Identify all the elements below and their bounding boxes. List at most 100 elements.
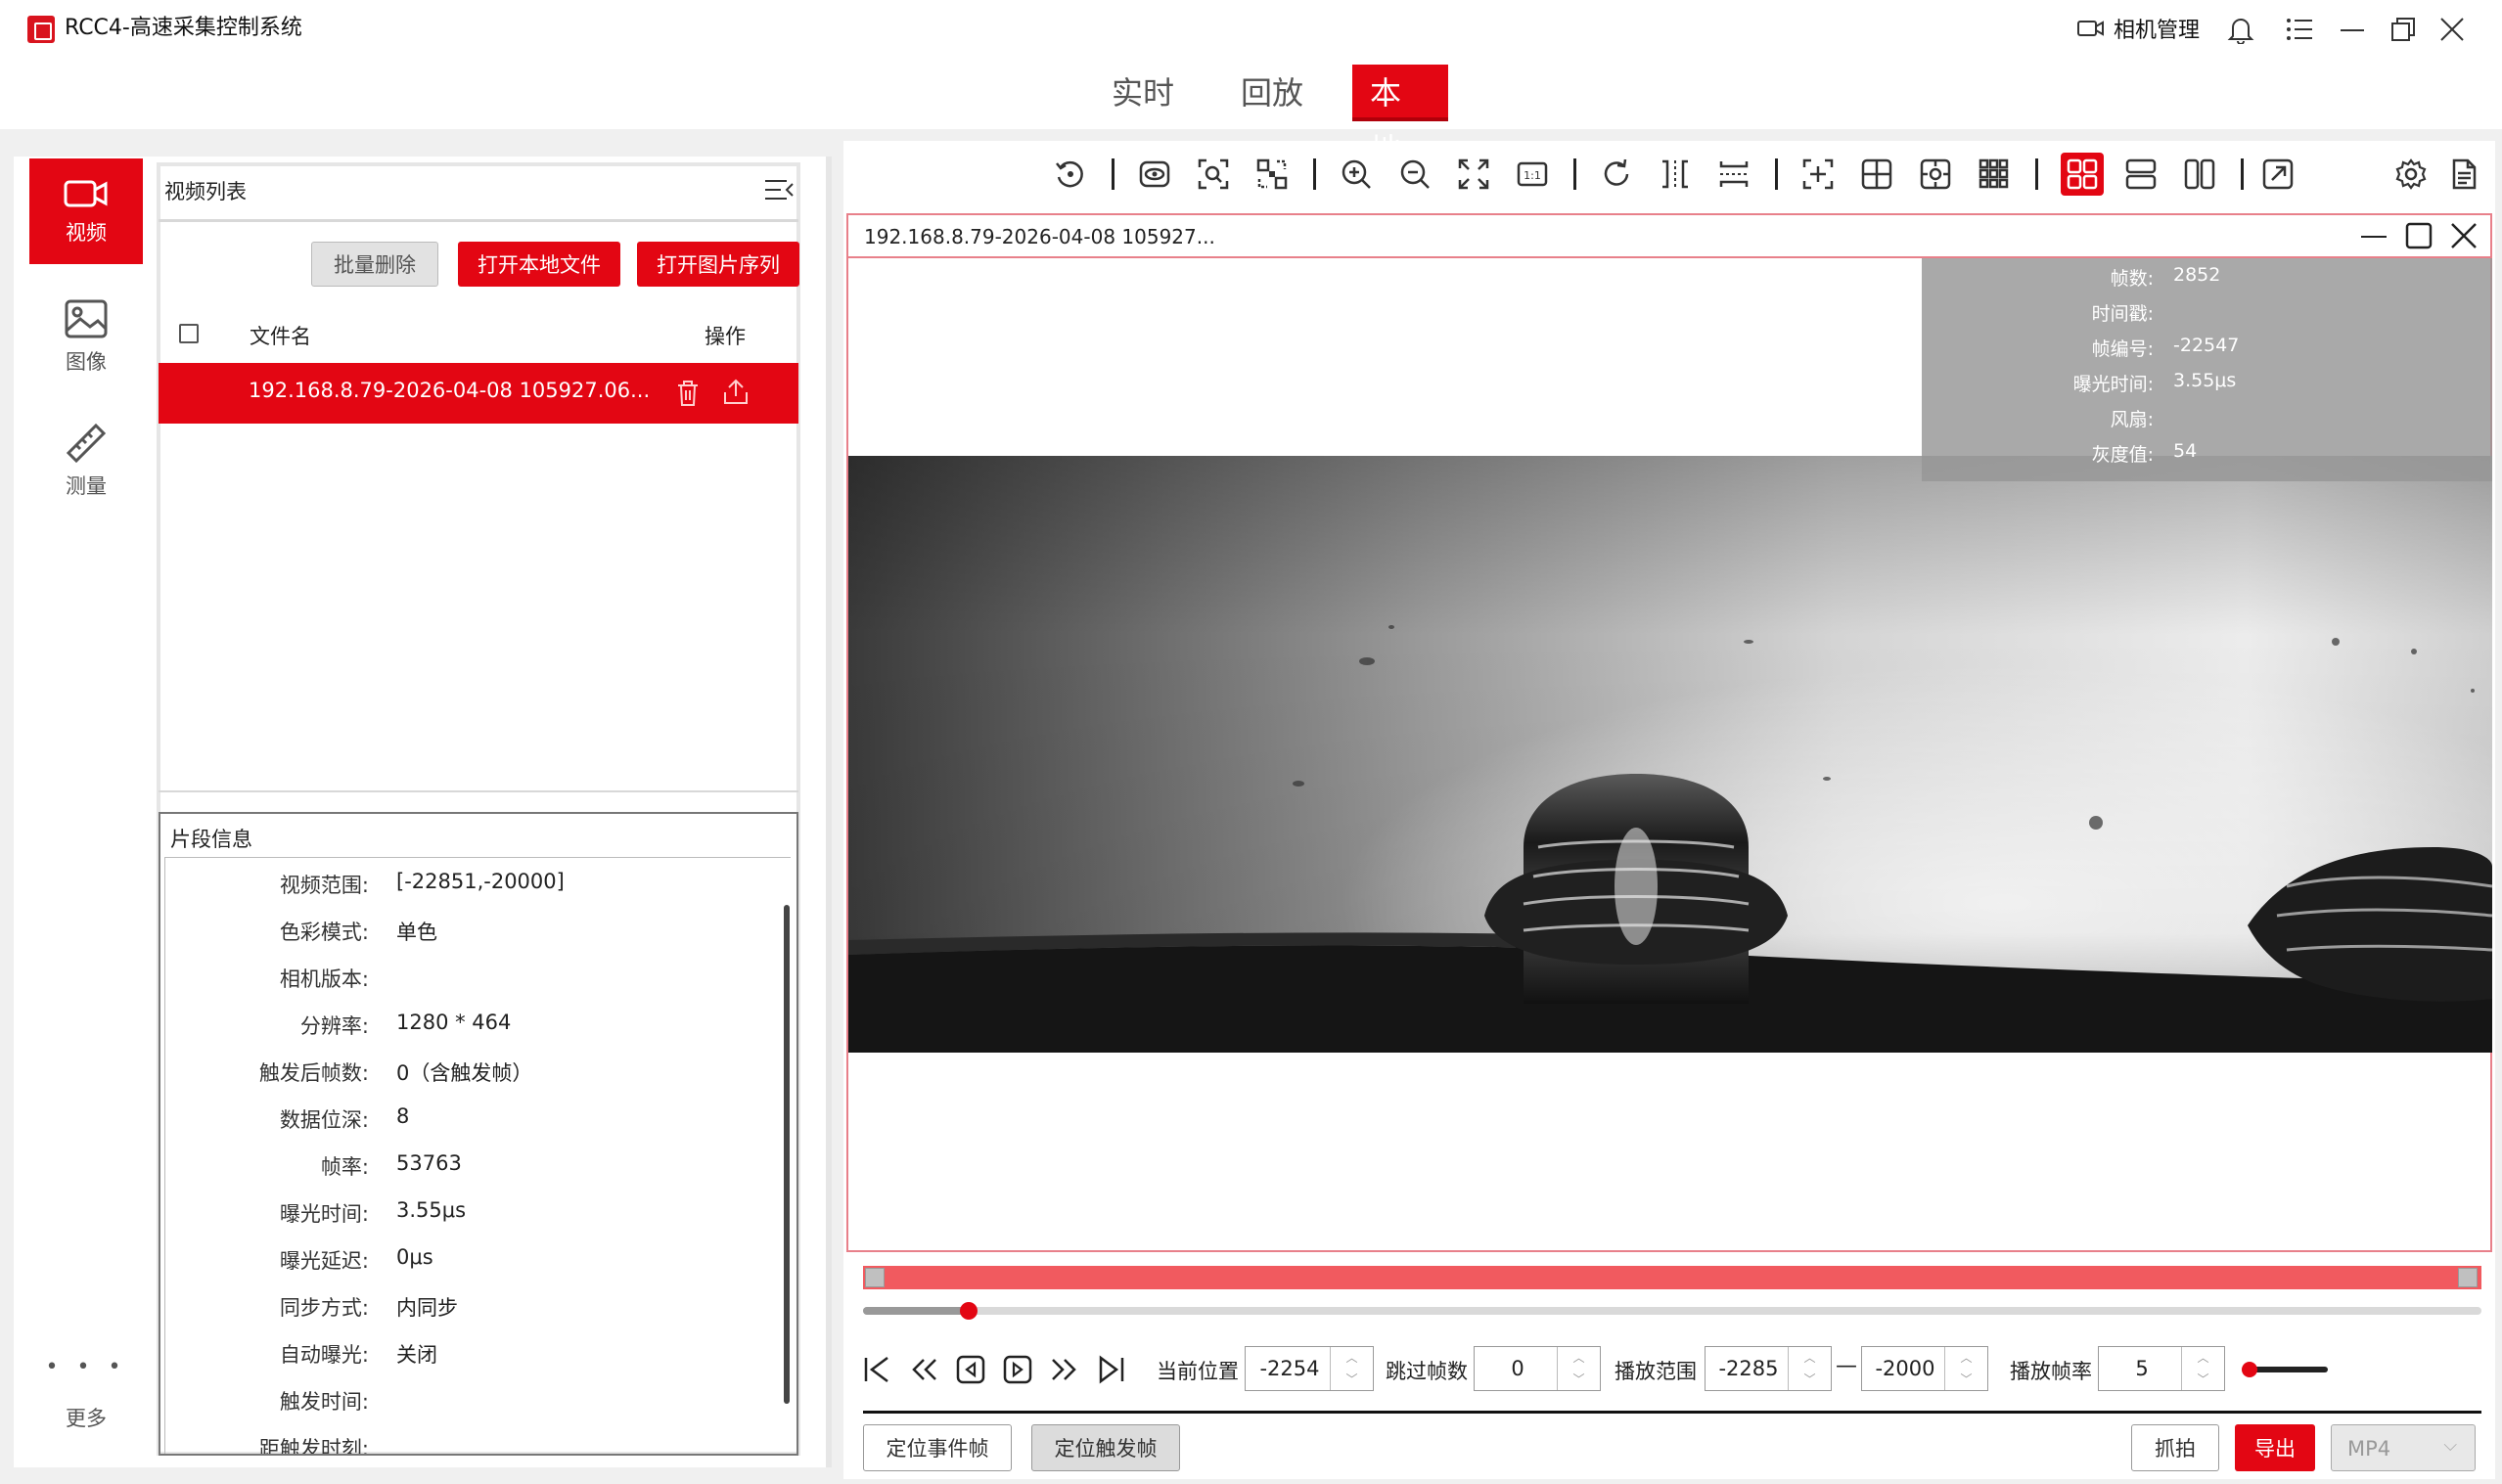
image-icon xyxy=(65,299,108,338)
info-row-resolution: 分辨率: 1280 * 464 xyxy=(165,999,772,1046)
playback-progress-knob[interactable] xyxy=(960,1302,978,1320)
tab-playback[interactable]: 回放 xyxy=(1223,65,1321,121)
viewer-maximize-icon[interactable] xyxy=(2404,221,2434,254)
overlay-key: 风扇: xyxy=(2110,409,2154,430)
toolbar-separator xyxy=(1313,158,1316,190)
fast-backward-icon[interactable] xyxy=(906,1352,941,1387)
overlay-value: 54 xyxy=(2173,440,2198,462)
crosshair-icon[interactable] xyxy=(1797,153,1840,196)
locate-event-frame-button[interactable]: 定位事件帧 xyxy=(863,1424,1012,1471)
speed-slider-track[interactable] xyxy=(2250,1367,2328,1372)
info-label: 触发后帧数: xyxy=(258,1061,369,1085)
tab-realtime[interactable]: 实时 xyxy=(1094,65,1192,121)
list-menu-icon[interactable] xyxy=(763,176,795,203)
scrollbar[interactable] xyxy=(784,905,790,1404)
range-start-value: -2285 xyxy=(1718,1357,1779,1380)
info-label: 帧率: xyxy=(320,1155,369,1179)
stepper-arrows-icon[interactable]: ︿ ﹀ xyxy=(1788,1347,1831,1390)
divider xyxy=(863,1411,2481,1414)
reset-icon[interactable] xyxy=(1049,153,1092,196)
camera-manage-button[interactable]: 相机管理 xyxy=(2076,12,2200,45)
video-frame-image xyxy=(848,456,2492,1053)
overlay-row: 帧编号: -22547 xyxy=(1922,329,2492,364)
viewer-close-icon[interactable] xyxy=(2449,221,2479,254)
tab-local[interactable]: 本地 xyxy=(1352,65,1448,168)
stepper-arrows-icon[interactable]: ︿ ﹀ xyxy=(1944,1347,1987,1390)
step-backward-icon[interactable] xyxy=(953,1352,988,1387)
info-row-exposure-time: 曝光时间: 3.55μs xyxy=(165,1187,772,1234)
layout-columns-icon[interactable] xyxy=(2178,153,2221,196)
layout-rows-icon[interactable] xyxy=(2119,153,2162,196)
rail-item-more[interactable]: • • • 更多 xyxy=(29,1340,143,1446)
range-end-handle[interactable] xyxy=(2458,1268,2478,1287)
external-link-icon[interactable] xyxy=(2256,153,2299,196)
flip-vertical-icon[interactable] xyxy=(1712,153,1755,196)
grid-2x2-icon[interactable] xyxy=(1855,153,1898,196)
locate-trigger-frame-button[interactable]: 定位触发帧 xyxy=(1031,1424,1180,1471)
one-to-one-icon[interactable]: 1:1 xyxy=(1511,153,1554,196)
viewer-minimize-icon[interactable] xyxy=(2359,221,2388,254)
rail-item-measure[interactable]: 测量 xyxy=(29,407,143,513)
range-timeline-bar[interactable] xyxy=(863,1266,2481,1289)
grid-3x3-icon[interactable] xyxy=(1973,153,2016,196)
skip-frames-input[interactable]: 0 ︿ ﹀ xyxy=(1474,1346,1601,1391)
first-frame-icon[interactable] xyxy=(859,1352,894,1387)
open-local-file-button[interactable]: 打开本地文件 xyxy=(458,242,620,287)
open-image-sequence-button[interactable]: 打开图片序列 xyxy=(637,242,799,287)
select-all-checkbox[interactable] xyxy=(179,324,199,343)
overlay-key: 灰度值: xyxy=(2091,444,2154,466)
bell-icon[interactable] xyxy=(2223,12,2258,47)
capture-button[interactable]: 抓拍 xyxy=(2131,1424,2219,1471)
flip-horizontal-icon[interactable] xyxy=(1654,153,1697,196)
playback-progress-track[interactable] xyxy=(863,1307,2481,1315)
more-icon: • • • xyxy=(45,1354,127,1379)
roi-icon[interactable] xyxy=(1251,153,1294,196)
rotate-icon[interactable] xyxy=(1595,153,1638,196)
eye-icon[interactable] xyxy=(1133,153,1176,196)
settings-icon[interactable] xyxy=(2389,153,2433,196)
minimize-icon[interactable] xyxy=(2335,12,2370,47)
zoom-in-icon[interactable] xyxy=(1335,153,1378,196)
stepper-arrows-icon[interactable]: ︿ ﹀ xyxy=(1330,1347,1373,1390)
fast-forward-icon[interactable] xyxy=(1047,1352,1082,1387)
stepper-arrows-icon[interactable]: ︿ ﹀ xyxy=(1557,1347,1600,1390)
layout-quad-icon[interactable] xyxy=(2061,153,2104,196)
file-row[interactable]: 192.168.8.79-2026-04-08 105927.06... xyxy=(159,363,798,424)
center-target-icon[interactable] xyxy=(1914,153,1957,196)
document-icon[interactable] xyxy=(2442,153,2485,196)
speed-slider-knob[interactable] xyxy=(2242,1362,2257,1377)
close-icon[interactable] xyxy=(2434,12,2470,47)
video-list-title: 视频列表 xyxy=(164,180,247,203)
zoom-out-icon[interactable] xyxy=(1393,153,1436,196)
zoom-fit-icon[interactable] xyxy=(1192,153,1235,196)
rail-item-image[interactable]: 图像 xyxy=(29,284,143,389)
info-label: 相机版本: xyxy=(279,967,369,991)
export-format-select[interactable]: MP4 ⌵ xyxy=(2331,1424,2476,1471)
stepper-arrows-icon[interactable]: ︿ ﹀ xyxy=(2181,1347,2224,1390)
current-position-input[interactable]: -2254 ︿ ﹀ xyxy=(1245,1346,1374,1391)
range-end-input[interactable]: -2000 ︿ ﹀ xyxy=(1861,1346,1988,1391)
overlay-key: 帧编号: xyxy=(2091,338,2154,360)
export-button[interactable]: 导出 xyxy=(2235,1424,2315,1471)
chevron-down-icon: ⌵ xyxy=(2443,1435,2457,1456)
rail-item-video[interactable]: 视频 xyxy=(29,158,143,264)
info-row-exposure-delay: 曝光延迟: 0μs xyxy=(165,1234,772,1281)
trash-icon[interactable] xyxy=(675,379,701,413)
step-forward-icon[interactable] xyxy=(1000,1352,1035,1387)
batch-delete-button[interactable]: 批量删除 xyxy=(311,242,438,287)
info-label: 距触发时刻: xyxy=(258,1437,369,1456)
export-icon[interactable] xyxy=(720,377,751,413)
last-frame-icon[interactable] xyxy=(1094,1352,1129,1387)
range-start-input[interactable]: -2285 ︿ ﹀ xyxy=(1705,1346,1832,1391)
range-start-handle[interactable] xyxy=(865,1268,885,1287)
overlay-key: 帧数: xyxy=(2110,268,2154,290)
play-rate-label: 播放帧率 xyxy=(2010,1360,2092,1383)
info-row-auto-exposure: 自动曝光: 关闭 xyxy=(165,1327,772,1374)
fullscreen-icon[interactable] xyxy=(1452,153,1495,196)
restore-icon[interactable] xyxy=(2386,12,2421,47)
export-format-value: MP4 xyxy=(2347,1437,2391,1461)
play-rate-input[interactable]: 5 ︿ ﹀ xyxy=(2098,1346,2225,1391)
segment-info-panel: 片段信息 视频范围: [-22851,-20000] 色彩模式: 单色 相机版本: … xyxy=(159,812,798,1456)
menu-list-icon[interactable] xyxy=(2282,12,2317,47)
info-label: 视频范围: xyxy=(279,874,369,897)
